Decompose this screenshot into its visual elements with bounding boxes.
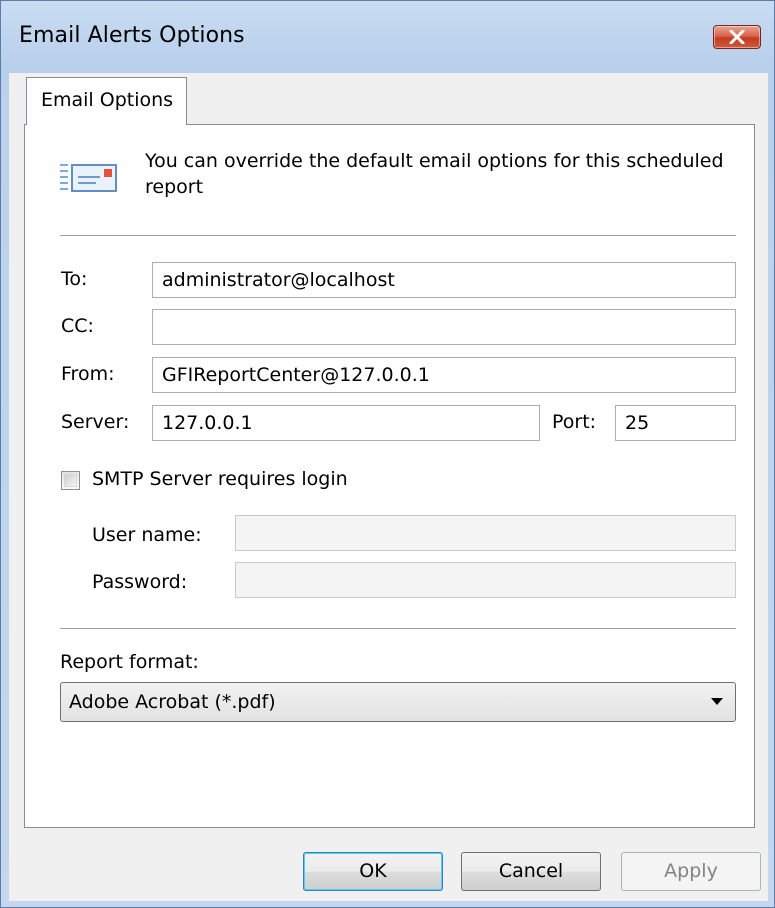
window-title: Email Alerts Options bbox=[19, 23, 245, 48]
cc-label: CC: bbox=[61, 315, 94, 337]
cancel-button[interactable]: Cancel bbox=[461, 852, 601, 891]
close-icon bbox=[729, 30, 745, 44]
title-bar[interactable]: Email Alerts Options bbox=[1, 1, 775, 73]
password-label: Password: bbox=[92, 571, 188, 593]
smtp-login-checkbox[interactable] bbox=[61, 471, 80, 490]
separator-top bbox=[60, 235, 736, 237]
server-label: Server: bbox=[61, 411, 130, 433]
apply-button[interactable]: Apply bbox=[621, 852, 761, 891]
separator-bottom bbox=[60, 628, 736, 630]
username-field[interactable] bbox=[235, 515, 736, 551]
ok-button[interactable]: OK bbox=[303, 852, 443, 891]
email-message-icon bbox=[60, 164, 117, 192]
to-label: To: bbox=[61, 268, 88, 290]
to-field[interactable]: administrator@localhost bbox=[152, 262, 736, 298]
server-field[interactable]: 127.0.0.1 bbox=[152, 405, 540, 441]
password-field[interactable] bbox=[235, 562, 736, 598]
report-format-value: Adobe Acrobat (*.pdf) bbox=[69, 691, 276, 713]
cc-field[interactable] bbox=[152, 309, 736, 345]
report-format-label: Report format: bbox=[60, 651, 199, 673]
port-label: Port: bbox=[552, 411, 597, 433]
tab-email-options-label: Email Options bbox=[41, 89, 174, 111]
chevron-down-icon bbox=[711, 698, 723, 705]
info-description: You can override the default email optio… bbox=[145, 150, 724, 198]
smtp-login-label[interactable]: SMTP Server requires login bbox=[92, 468, 348, 490]
from-field[interactable]: GFIReportCenter@127.0.0.1 bbox=[152, 357, 736, 393]
tab-email-options[interactable]: Email Options bbox=[26, 77, 187, 125]
from-label: From: bbox=[61, 363, 115, 385]
close-button[interactable] bbox=[713, 25, 761, 49]
report-format-select[interactable]: Adobe Acrobat (*.pdf) bbox=[60, 682, 736, 722]
username-label: User name: bbox=[92, 524, 202, 546]
port-field[interactable]: 25 bbox=[615, 405, 736, 441]
